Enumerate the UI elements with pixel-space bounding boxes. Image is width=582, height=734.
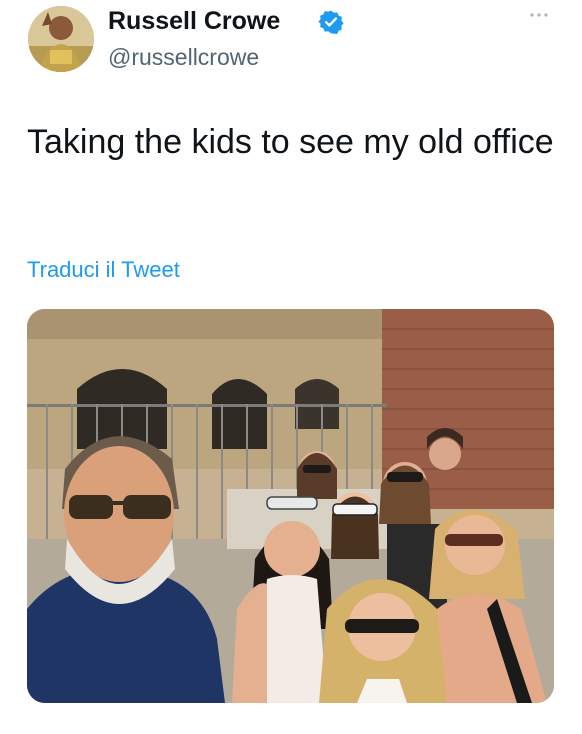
tweet-photo[interactable]: [27, 309, 554, 703]
author-display-name[interactable]: Russell Crowe: [108, 6, 280, 36]
more-options-icon[interactable]: [528, 8, 550, 22]
avatar-photo-icon: [28, 6, 94, 72]
tweet-card: Russell Crowe @russellcrowe Taking the k…: [0, 0, 582, 734]
verified-badge-icon: [318, 10, 344, 35]
author-avatar[interactable]: [28, 6, 94, 72]
translate-tweet-link[interactable]: Traduci il Tweet: [27, 255, 180, 285]
tweet-text: Taking the kids to see my old office: [27, 123, 554, 161]
photo-image-icon: [27, 309, 554, 703]
author-handle[interactable]: @russellcrowe: [108, 43, 259, 71]
